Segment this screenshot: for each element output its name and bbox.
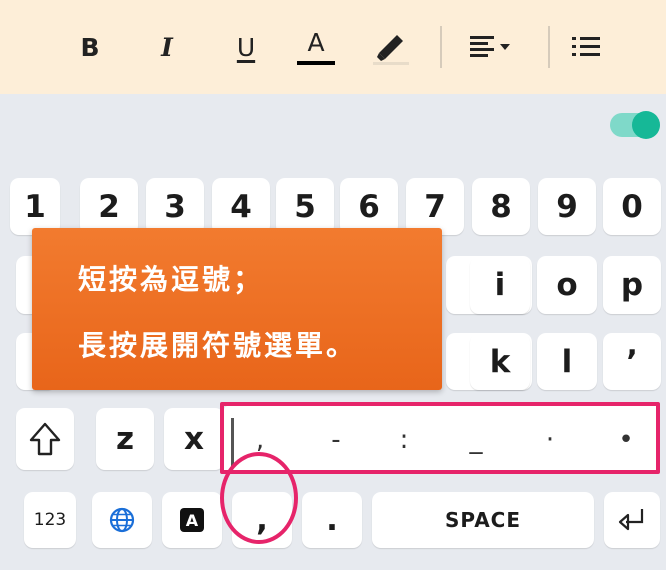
symbol-popup: , - : _ · • (224, 406, 660, 474)
font-color-icon: A (307, 28, 325, 57)
shift-icon (29, 422, 61, 456)
tooltip-callout: 短按為逗號； 長按展開符號選單。 (32, 228, 442, 390)
enter-icon (618, 509, 644, 531)
toggle-switch[interactable] (610, 111, 660, 139)
popup-symbol[interactable]: , (240, 406, 280, 474)
popup-symbol[interactable]: - (316, 406, 356, 474)
key-x[interactable]: x (164, 408, 224, 470)
key-3[interactable]: 3 (146, 178, 204, 235)
font-color-button[interactable]: A (296, 26, 336, 68)
popup-symbol[interactable]: _ (456, 406, 496, 474)
key-apostrophe[interactable]: ’ (603, 333, 661, 390)
key-5[interactable]: 5 (276, 178, 334, 235)
space-key[interactable]: SPACE (372, 492, 594, 548)
highlighter-icon (373, 35, 409, 65)
tooltip-line-1: 短按為逗號； (78, 263, 265, 296)
key-2[interactable]: 2 (80, 178, 138, 235)
list-button[interactable] (564, 26, 610, 68)
period-key[interactable]: . (302, 492, 362, 548)
key-6[interactable]: 6 (340, 178, 398, 235)
popup-symbol[interactable]: • (606, 406, 646, 474)
tooltip-line-2: 長按展開符號選單。 (78, 329, 358, 362)
popup-divider (231, 418, 234, 468)
font-color-swatch (297, 61, 335, 65)
popup-symbol[interactable]: · (530, 406, 570, 474)
list-icon (572, 37, 600, 56)
toolbar-divider (440, 26, 442, 68)
toolbar-divider (548, 26, 550, 68)
highlighter-button[interactable] (368, 26, 412, 68)
key-4[interactable]: 4 (212, 178, 270, 235)
key-8[interactable]: 8 (472, 178, 530, 235)
toggle-knob (632, 111, 660, 139)
popup-symbol[interactable]: : (384, 406, 424, 474)
key-7[interactable]: 7 (406, 178, 464, 235)
numbers-key[interactable]: 123 (24, 492, 76, 548)
bold-button[interactable]: B (76, 26, 104, 68)
language-key[interactable]: A (162, 492, 222, 548)
shift-key[interactable] (16, 408, 74, 470)
globe-icon (109, 507, 135, 533)
key-1[interactable]: 1 (10, 178, 60, 235)
format-toolbar: B I U A (0, 0, 666, 94)
key-z[interactable]: z (96, 408, 154, 470)
key-l[interactable]: l (537, 333, 597, 390)
key-p[interactable]: p (603, 256, 661, 314)
italic-button[interactable]: I (150, 26, 184, 68)
key-0[interactable]: 0 (603, 178, 661, 235)
underline-button[interactable]: U (228, 26, 264, 68)
align-dropdown-icon (470, 36, 510, 57)
language-icon: A (180, 508, 204, 532)
comma-key[interactable]: , (232, 492, 292, 548)
key-o[interactable]: o (537, 256, 597, 314)
enter-key[interactable] (604, 492, 660, 548)
align-dropdown-button[interactable] (466, 26, 526, 68)
globe-key[interactable] (92, 492, 152, 548)
key-i[interactable]: i (470, 256, 530, 314)
key-9[interactable]: 9 (538, 178, 596, 235)
key-k[interactable]: k (470, 333, 530, 390)
